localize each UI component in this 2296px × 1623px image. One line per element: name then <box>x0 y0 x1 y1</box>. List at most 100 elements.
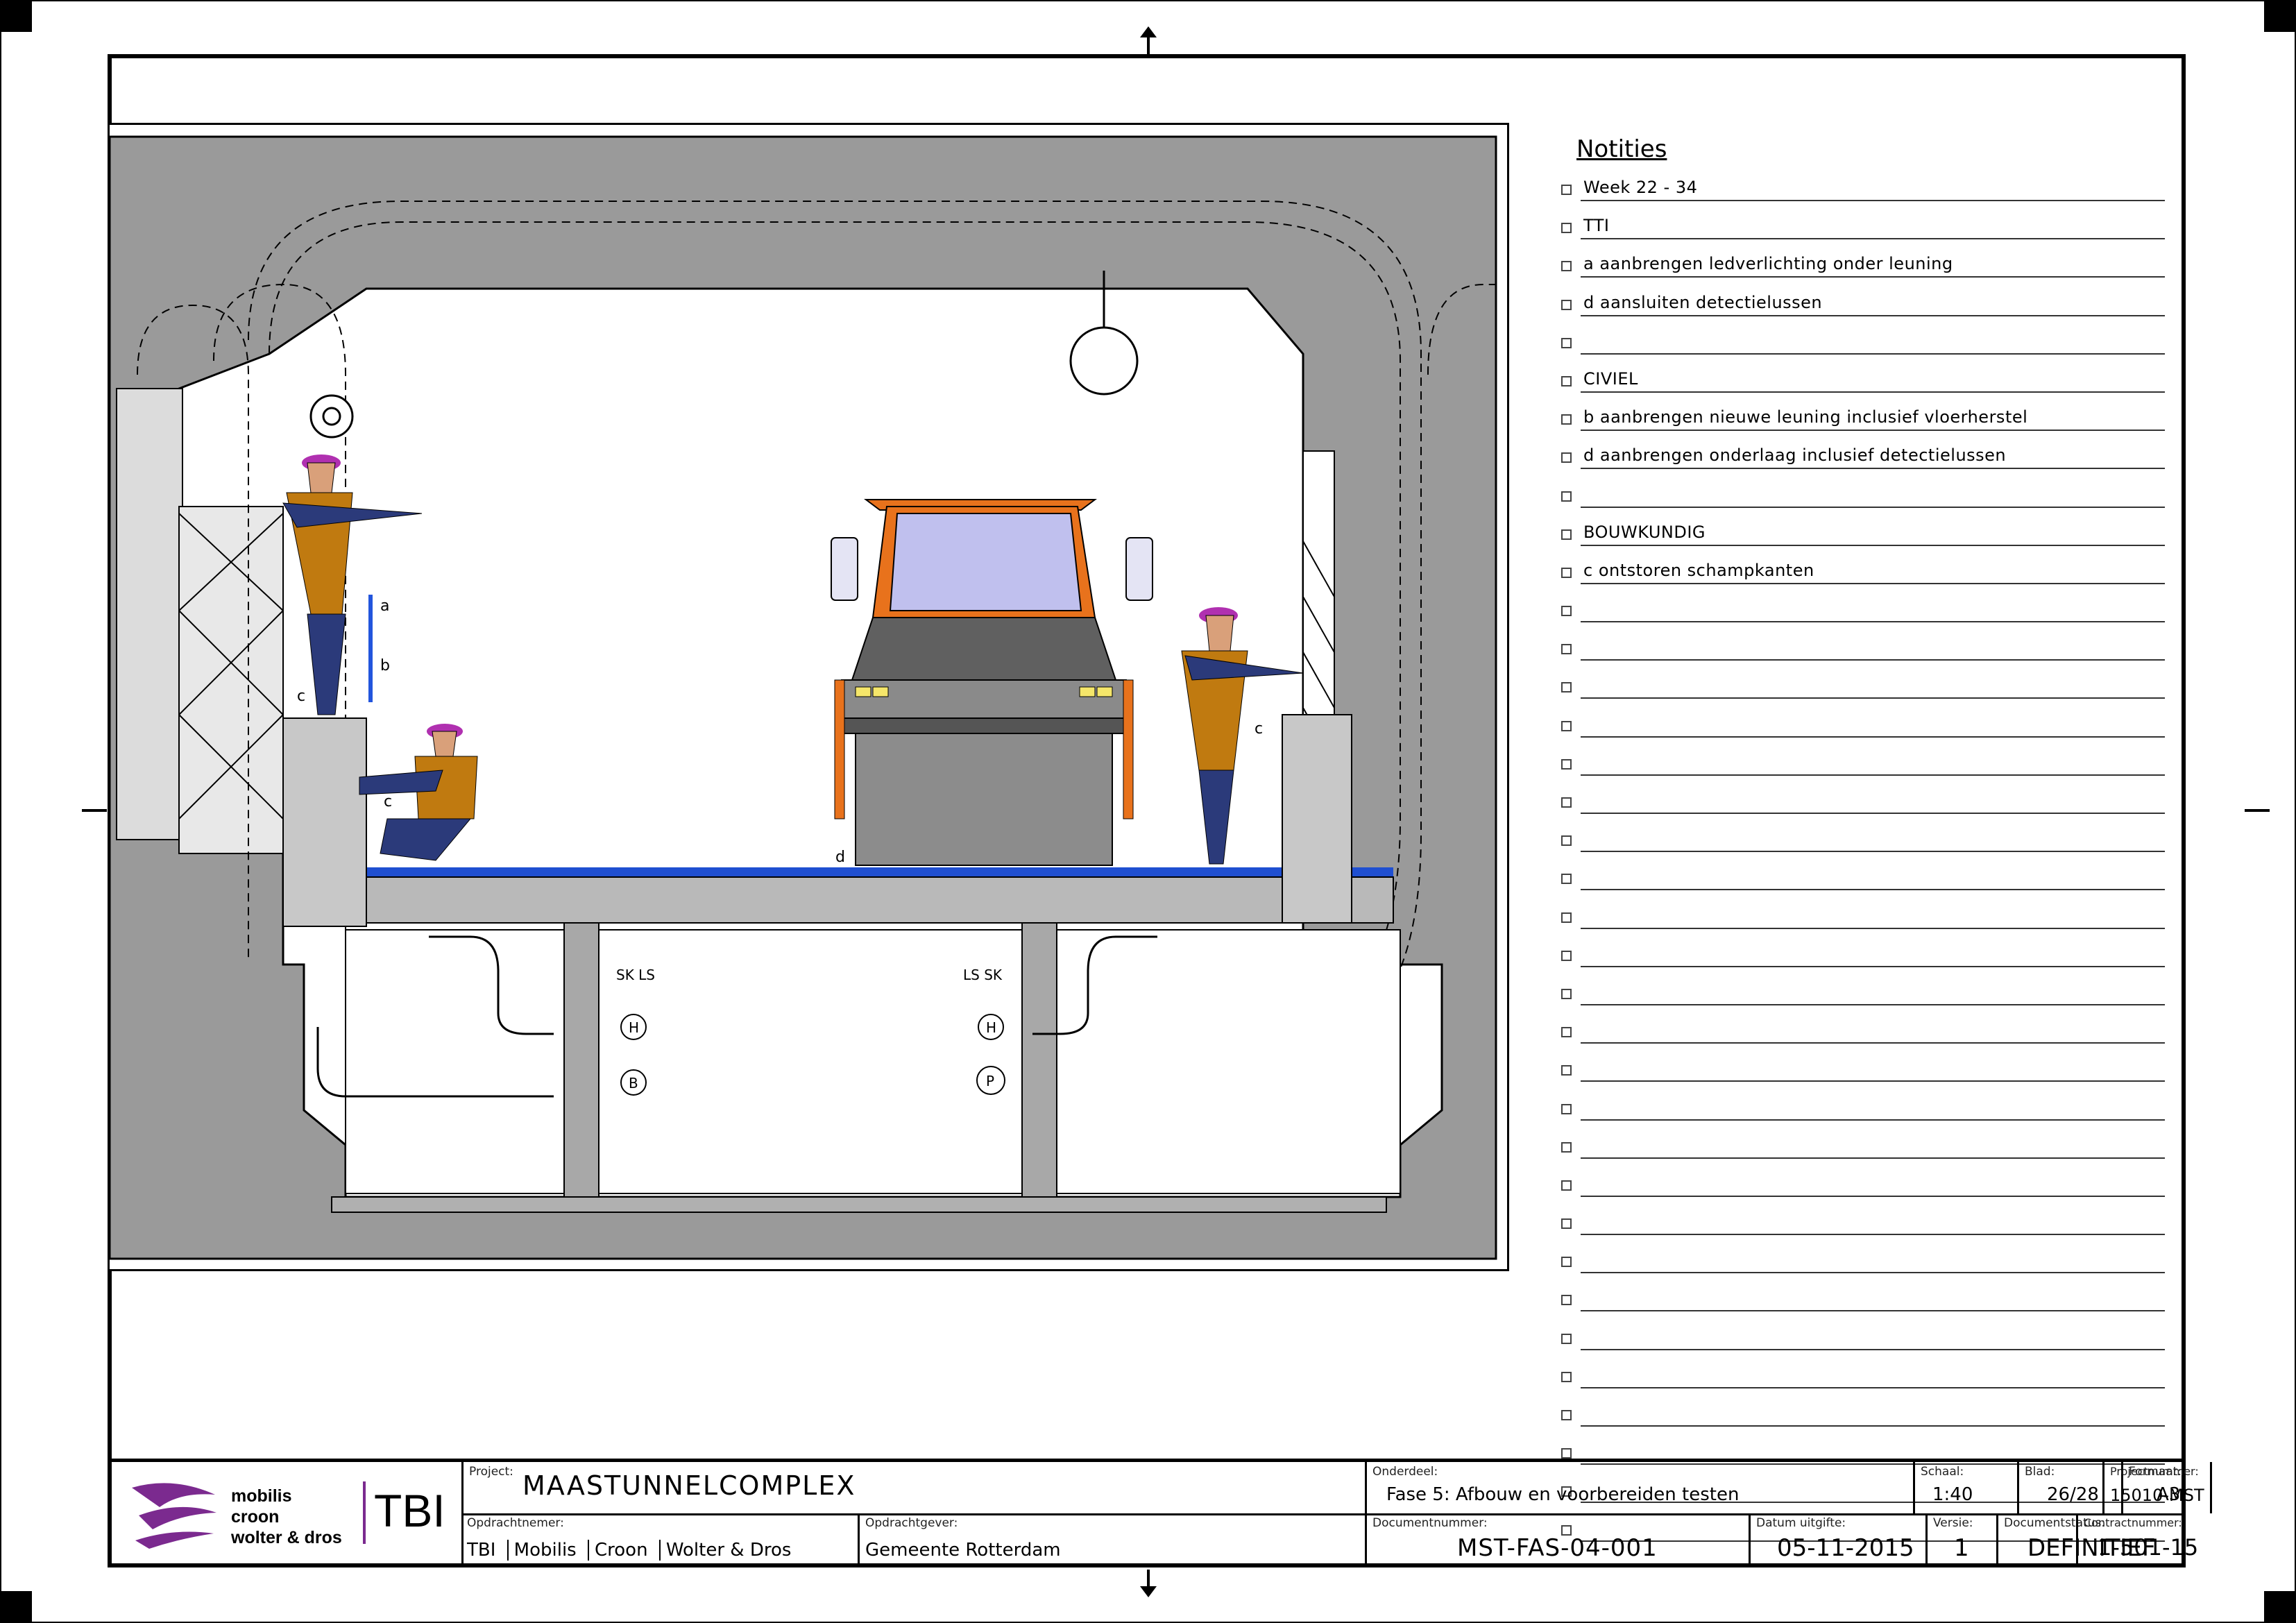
logo-line-wolter-dros: wolter & dros <box>231 1528 342 1547</box>
note-underline <box>1581 506 2165 508</box>
note-checkbox[interactable] <box>1561 1410 1572 1420</box>
note-checkbox[interactable] <box>1561 185 1572 195</box>
corner-mark-bottom-right <box>2264 1591 2296 1623</box>
note-underline <box>1581 927 2165 929</box>
corner-mark-bottom-left <box>0 1591 32 1623</box>
note-row <box>1561 1054 2165 1092</box>
left-gallery-column <box>563 922 599 1198</box>
note-underline <box>1581 1157 2165 1159</box>
truck-headlight-right <box>1079 686 1096 697</box>
note-row <box>1561 671 2165 709</box>
part-cell: Onderdeel: Fase 5: Afbouw en voorbereide… <box>1365 1462 1913 1513</box>
note-row <box>1561 786 2165 824</box>
note-underline <box>1581 621 2165 623</box>
note-row: BOUWKUNDIG <box>1561 518 2165 556</box>
note-checkbox[interactable] <box>1561 758 1572 770</box>
scale-value: 1:40 <box>1932 1484 1973 1505</box>
railing <box>368 595 373 702</box>
note-checkbox[interactable] <box>1561 337 1572 348</box>
note-checkbox[interactable] <box>1561 644 1572 655</box>
note-checkbox[interactable] <box>1561 797 1572 808</box>
tunnel-cross-section-drawing: a b c c c d SK LS LS SK H B H P <box>108 123 1509 1271</box>
note-checkbox[interactable] <box>1561 912 1572 923</box>
logo-area: mobilis croon wolter & dros TBI <box>108 1462 461 1567</box>
note-checkbox[interactable] <box>1561 261 1572 272</box>
note-checkbox[interactable] <box>1561 1065 1572 1076</box>
sheet-label: Blad: <box>2025 1465 2055 1479</box>
note-underline <box>1581 965 2165 967</box>
note-underline <box>1581 430 2165 432</box>
tbi-logo: TBI <box>374 1485 445 1536</box>
note-checkbox[interactable] <box>1561 1295 1572 1306</box>
contract-value: 1-501-15 <box>2098 1534 2199 1561</box>
note-checkbox[interactable] <box>1561 835 1572 847</box>
road-deck-slab <box>303 876 1394 924</box>
note-checkbox[interactable] <box>1561 1141 1572 1153</box>
service-gallery <box>345 929 1401 1194</box>
label-c-walkway: c <box>384 793 392 810</box>
center-arrow-top <box>1140 26 1157 54</box>
note-checkbox[interactable] <box>1561 1371 1572 1382</box>
project-name: MAASTUNNELCOMPLEX <box>522 1470 856 1501</box>
label-d: d <box>835 849 845 866</box>
corner-mark-top-right <box>2264 0 2296 32</box>
mobilis-logo-icon <box>132 1483 216 1549</box>
note-checkbox[interactable] <box>1561 988 1572 999</box>
note-checkbox[interactable] <box>1561 606 1572 617</box>
note-checkbox[interactable] <box>1561 1448 1572 1459</box>
note-checkbox[interactable] <box>1561 1180 1572 1191</box>
title-block: mobilis croon wolter & dros TBI Project:… <box>108 1459 2212 1567</box>
note-text: c ontstoren schampkanten <box>1583 560 1814 580</box>
note-underline <box>1581 813 2165 814</box>
note-row <box>1561 978 2165 1016</box>
client-cell: Opdrachtgever: Gemeente Rotterdam <box>858 1513 1365 1567</box>
note-text: a aanbrengen ledverlichting onder leunin… <box>1583 254 1953 274</box>
notes-title: Notities <box>1576 135 1667 163</box>
note-row: d aansluiten detectielussen <box>1561 289 2165 327</box>
note-checkbox[interactable] <box>1561 1257 1572 1268</box>
note-checkbox[interactable] <box>1561 1103 1572 1114</box>
note-checkbox[interactable] <box>1561 299 1572 310</box>
note-checkbox[interactable] <box>1561 491 1572 502</box>
note-checkbox[interactable] <box>1561 452 1572 464</box>
projnum-cell <box>2210 1462 2212 1513</box>
logo-line-croon: croon <box>231 1507 280 1527</box>
note-underline <box>1581 276 2165 278</box>
note-checkbox[interactable] <box>1561 567 1572 578</box>
note-checkbox[interactable] <box>1561 375 1572 386</box>
contractor-cell: Opdrachtnemer: TBI Mobilis Croon Wolter … <box>461 1513 858 1567</box>
project-label: Project: <box>469 1465 513 1479</box>
note-underline <box>1581 1080 2165 1082</box>
left-shaft-1 <box>116 388 183 840</box>
notes-list: Week 22 - 34 TTI a aanbrengen ledverlichti… <box>1561 173 2165 1552</box>
note-underline <box>1581 200 2165 201</box>
note-underline <box>1581 889 2165 891</box>
center-mark-right <box>2245 809 2270 812</box>
note-row <box>1561 901 2165 940</box>
note-text: CIVIEL <box>1583 368 1638 389</box>
note-checkbox[interactable] <box>1561 414 1572 425</box>
note-underline <box>1581 1042 2165 1044</box>
note-checkbox[interactable] <box>1561 1218 1572 1230</box>
note-checkbox[interactable] <box>1561 950 1572 961</box>
truck-headlight-left <box>855 686 871 697</box>
note-checkbox[interactable] <box>1561 682 1572 693</box>
note-checkbox[interactable] <box>1561 1027 1572 1038</box>
note-checkbox[interactable] <box>1561 529 1572 540</box>
note-checkbox[interactable] <box>1561 874 1572 885</box>
note-underline <box>1581 544 2165 546</box>
note-underline <box>1581 1195 2165 1197</box>
note-underline <box>1581 659 2165 661</box>
note-text: Week 22 - 34 <box>1583 178 1698 197</box>
note-checkbox[interactable] <box>1561 223 1572 234</box>
note-checkbox[interactable] <box>1561 720 1572 731</box>
version-label: Versie: <box>1933 1516 1973 1530</box>
note-underline <box>1581 1310 2165 1312</box>
note-row <box>1561 1093 2165 1131</box>
note-checkbox[interactable] <box>1561 1333 1572 1344</box>
note-row: Week 22 - 34 <box>1561 173 2165 212</box>
contractor-list: TBI Mobilis Croon Wolter & Dros <box>467 1540 791 1561</box>
label-h-left: H <box>629 1019 639 1036</box>
logo-text: mobilis croon wolter & dros <box>231 1486 342 1548</box>
scale-cell: Schaal: 1:40 <box>1913 1462 2017 1513</box>
